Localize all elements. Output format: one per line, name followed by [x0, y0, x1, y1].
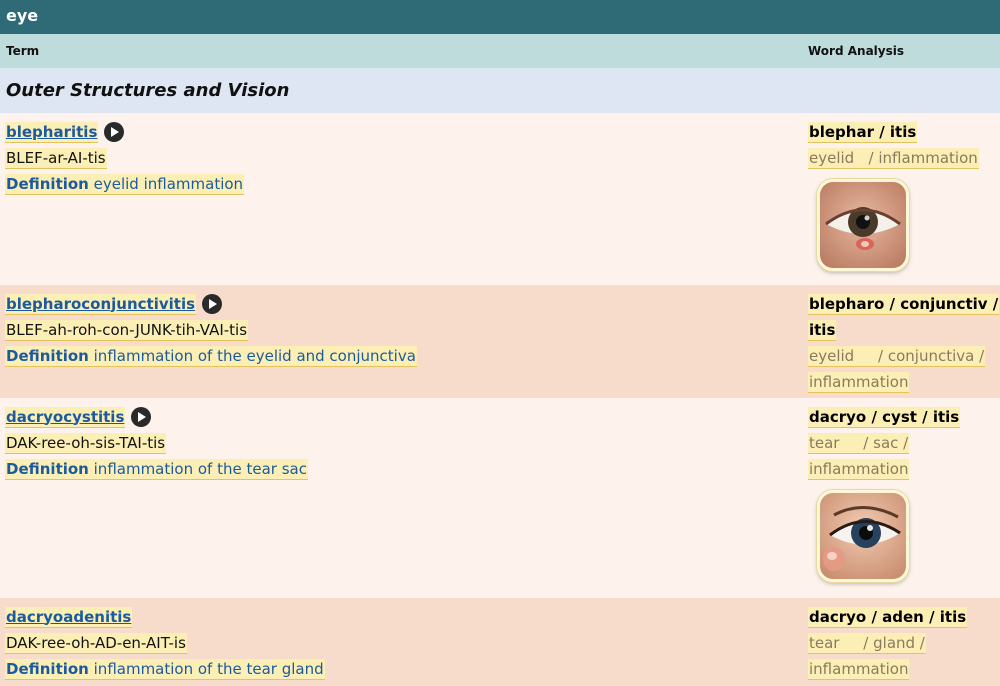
- app-title-bar: eye: [0, 0, 1000, 34]
- word-analysis-cell: dacryo / cyst / itis tear / sac / inflam…: [808, 398, 1000, 598]
- pronunciation: BLEF-ar-AI-tis: [5, 147, 107, 169]
- definition-label: Definition: [6, 174, 89, 193]
- word-parts: dacryo / aden / itis: [808, 606, 968, 628]
- word-part-meanings: tear / gland /: [808, 632, 926, 654]
- pronunciation: BLEF-ah-roh-con-JUNK-tih-VAI-tis: [5, 319, 249, 341]
- term-cell: dacryoadenitis DAK-ree-oh-AD-en-AIT-is D…: [0, 598, 808, 686]
- word-part-meanings: inflammation: [808, 458, 910, 480]
- word-parts: dacryo / cyst / itis: [808, 406, 961, 428]
- word-parts: blepharo / conjunctiv /: [808, 293, 1000, 315]
- word-analysis-cell: blepharo / conjunctiv / itis eyelid / co…: [808, 285, 1000, 398]
- definition-text: eyelid inflammation: [93, 174, 244, 193]
- definition-text: inflammation of the tear sac: [93, 459, 307, 478]
- table-row: blepharitis BLEF-ar-AI-tis Definition ey…: [0, 113, 1000, 285]
- word-part-meanings: eyelid / conjunctiva /: [808, 345, 986, 367]
- word-analysis-cell: blephar / itis eyelid / inflammation: [808, 113, 1000, 285]
- table-row: dacryoadenitis DAK-ree-oh-AD-en-AIT-is D…: [0, 598, 1000, 686]
- word-part-meanings: tear / sac /: [808, 432, 910, 454]
- term-link[interactable]: dacryocystitis: [5, 406, 126, 428]
- page-title: eye: [6, 6, 39, 25]
- term-link[interactable]: dacryoadenitis: [5, 606, 133, 628]
- play-audio-icon[interactable]: [131, 407, 152, 427]
- section-heading: Outer Structures and Vision: [0, 68, 1000, 113]
- word-part-meanings: eyelid / inflammation: [808, 147, 979, 169]
- term-cell: blepharitis BLEF-ar-AI-tis Definition ey…: [0, 113, 808, 285]
- play-audio-icon[interactable]: [202, 294, 223, 314]
- column-headers: Term Word Analysis: [0, 34, 1000, 68]
- column-header-word-analysis: Word Analysis: [808, 44, 904, 58]
- word-part-meanings: inflammation: [808, 658, 910, 680]
- definition-label: Definition: [6, 346, 89, 365]
- definition-text: inflammation of the tear gland: [93, 659, 324, 678]
- table-row: dacryocystitis DAK-ree-oh-sis-TAI-tis De…: [0, 398, 1000, 598]
- definition-label: Definition: [6, 659, 89, 678]
- term-cell: blepharoconjunctivitis BLEF-ah-roh-con-J…: [0, 285, 808, 398]
- term-link[interactable]: blepharoconjunctivitis: [5, 293, 197, 315]
- tear-sac-eye-illustration[interactable]: [817, 490, 909, 582]
- section-title: Outer Structures and Vision: [6, 80, 290, 101]
- term-link[interactable]: blepharitis: [5, 121, 99, 143]
- word-parts: itis: [808, 319, 837, 341]
- inflamed-eyelid-photo[interactable]: [817, 179, 909, 271]
- pronunciation: DAK-ree-oh-AD-en-AIT-is: [5, 632, 187, 654]
- word-parts: blephar / itis: [808, 121, 918, 143]
- table-row: blepharoconjunctivitis BLEF-ah-roh-con-J…: [0, 285, 1000, 398]
- word-analysis-cell: dacryo / aden / itis tear / gland / infl…: [808, 598, 1000, 686]
- definition-label: Definition: [6, 459, 89, 478]
- play-audio-icon[interactable]: [104, 122, 125, 142]
- column-header-term: Term: [6, 44, 40, 58]
- term-cell: dacryocystitis DAK-ree-oh-sis-TAI-tis De…: [0, 398, 808, 598]
- definition-text: inflammation of the eyelid and conjuncti…: [93, 346, 416, 365]
- pronunciation: DAK-ree-oh-sis-TAI-tis: [5, 432, 167, 454]
- word-part-meanings: inflammation: [808, 371, 910, 393]
